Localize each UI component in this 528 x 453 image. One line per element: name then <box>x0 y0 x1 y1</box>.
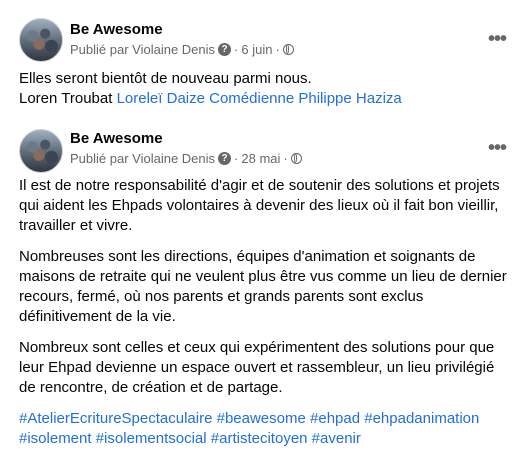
hashtags: #AtelierEcritureSpectaculaire #beawesome… <box>19 409 509 449</box>
tag-link-philippe[interactable]: Philippe Haziza <box>298 90 401 107</box>
post-1: Be Awesome Publié par Violaine Denis ? ·… <box>0 0 528 118</box>
page-name[interactable]: Be Awesome <box>70 21 163 38</box>
question-circle-icon[interactable]: ? <box>218 43 232 56</box>
hashtag[interactable]: #isolementsocial <box>96 430 207 447</box>
hashtag[interactable]: #artistecitoyen <box>211 430 308 447</box>
more-options-button[interactable]: ••• <box>488 29 507 49</box>
more-options-button[interactable]: ••• <box>488 138 507 158</box>
page-avatar[interactable] <box>19 129 63 173</box>
meta-separator: · <box>275 42 280 57</box>
globe-icon[interactable] <box>290 153 302 164</box>
hashtag[interactable]: #beawesome <box>217 410 306 427</box>
published-by: Publié par Violaine Denis <box>70 151 216 166</box>
hashtag[interactable]: #ehpadanimation <box>364 410 479 427</box>
hashtag[interactable]: #ehpad <box>310 410 360 427</box>
question-circle-icon[interactable]: ? <box>218 152 232 165</box>
post-2: Be Awesome Publié par Violaine Denis ? ·… <box>0 118 528 453</box>
meta-separator: · <box>234 151 239 166</box>
post-paragraph: Nombreux sont celles et ceux qui expérim… <box>19 339 495 396</box>
page-name[interactable]: Be Awesome <box>70 130 163 147</box>
post-meta: Publié par Violaine Denis ? · 28 mai · <box>70 151 302 166</box>
post-text: Il est de notre responsabilité d'agir et… <box>19 176 509 449</box>
post-date[interactable]: 28 mai <box>241 151 280 166</box>
hashtag[interactable]: #AtelierEcritureSpectaculaire <box>19 410 212 427</box>
post-meta: Publié par Violaine Denis ? · 6 juin · <box>70 42 294 57</box>
published-by: Publié par Violaine Denis <box>70 42 216 57</box>
globe-icon[interactable] <box>282 44 294 55</box>
page-avatar[interactable] <box>19 18 63 62</box>
post-text-line: Elles seront bientôt de nouveau parmi no… <box>19 70 312 87</box>
post-paragraph: Nombreuses sont les directions, équipes … <box>19 248 507 325</box>
meta-separator: · <box>234 42 239 57</box>
tag-plain: Loren Troubat <box>19 90 113 107</box>
meta-separator: · <box>283 151 288 166</box>
hashtag[interactable]: #isolement <box>19 430 92 447</box>
post-date[interactable]: 6 juin <box>241 42 272 57</box>
tag-line: Loren Troubat Loreleï Daize Comédienne P… <box>19 89 509 109</box>
tag-link-lorelei[interactable]: Loreleï Daize Comédienne <box>117 90 295 107</box>
post-paragraph: Il est de notre responsabilité d'agir et… <box>19 177 500 234</box>
post-text: Elles seront bientôt de nouveau parmi no… <box>19 69 509 109</box>
hashtag[interactable]: #avenir <box>312 430 361 447</box>
